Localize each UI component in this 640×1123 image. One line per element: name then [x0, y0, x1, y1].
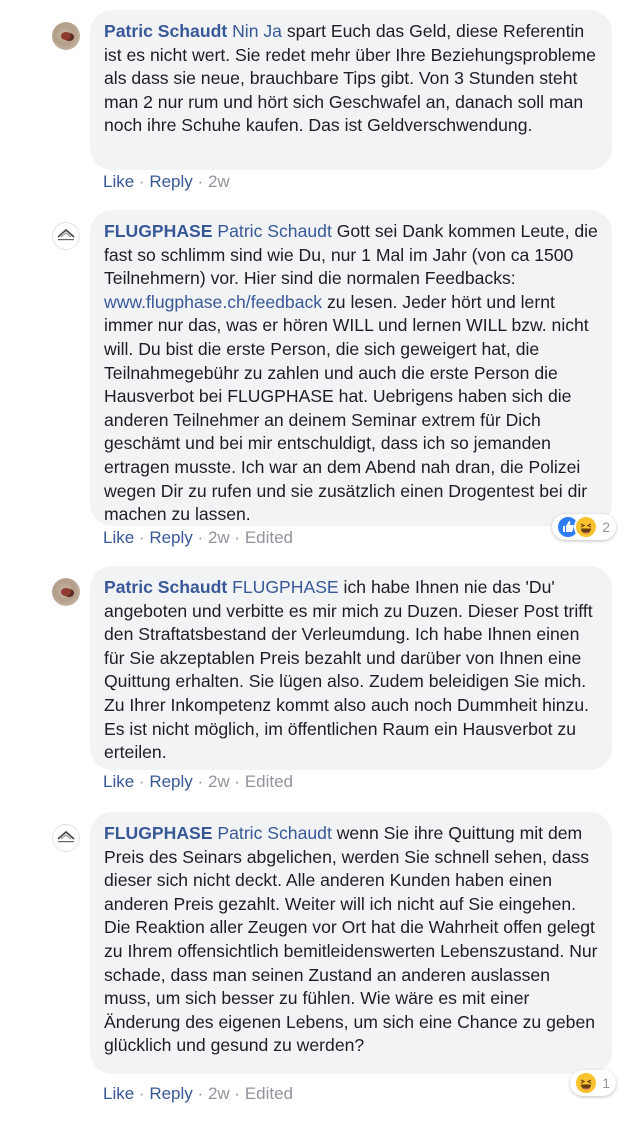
avatar[interactable] — [52, 824, 80, 852]
edited-label[interactable]: Edited — [245, 1084, 293, 1103]
edited-label[interactable]: Edited — [245, 772, 293, 791]
separator: · — [138, 1084, 145, 1103]
reply-button[interactable]: Reply — [149, 1084, 192, 1103]
comment-bubble: FLUGPHASE Patric Schaudt Gott sei Dank k… — [90, 210, 612, 526]
separator: · — [197, 172, 204, 191]
avatar[interactable] — [52, 578, 80, 606]
comment-actions: Like · Reply · 2w · Edited — [103, 528, 293, 548]
comment-author[interactable]: Patric Schaudt — [104, 21, 227, 41]
separator: · — [138, 772, 145, 791]
reactions-summary[interactable]: 1 — [570, 1070, 616, 1096]
comment-actions: Like · Reply · 2w — [103, 172, 230, 192]
comment-author[interactable]: Patric Schaudt — [104, 577, 227, 597]
edited-label[interactable]: Edited — [245, 528, 293, 547]
comment-text-continued: zu lesen. Jeder hört und lernt immer nur… — [104, 291, 589, 525]
separator: · — [138, 172, 145, 191]
comment-actions: Like · Reply · 2w · Edited — [103, 772, 293, 792]
like-button[interactable]: Like — [103, 528, 134, 547]
comment-author[interactable]: FLUGPHASE — [104, 823, 213, 843]
separator: · — [234, 1084, 241, 1103]
separator: · — [138, 528, 145, 547]
avatar[interactable] — [52, 222, 80, 250]
reaction-count: 1 — [602, 1075, 610, 1091]
separator: · — [197, 528, 204, 547]
separator: · — [234, 772, 241, 791]
comment-bubble: FLUGPHASE Patric Schaudt wenn Sie ihre Q… — [90, 812, 612, 1074]
comment-mention[interactable]: Nin Ja — [232, 21, 282, 41]
like-button[interactable]: Like — [103, 772, 134, 791]
reaction-count: 2 — [602, 519, 610, 535]
reply-button[interactable]: Reply — [149, 772, 192, 791]
like-button[interactable]: Like — [103, 1084, 134, 1103]
avatar[interactable] — [52, 22, 80, 50]
flugphase-logo-icon — [57, 830, 75, 843]
comment-mention[interactable]: FLUGPHASE — [232, 577, 339, 597]
comment-text: ich habe Ihnen nie das 'Du' angeboten un… — [104, 577, 593, 763]
comment-mention[interactable]: Patric Schaudt — [217, 823, 331, 843]
comment-text: wenn Sie ihre Quittung mit dem Preis des… — [104, 823, 598, 1056]
comment-author[interactable]: FLUGPHASE — [104, 221, 213, 241]
comment-bubble: Patric Schaudt FLUGPHASE ich habe Ihnen … — [90, 566, 612, 770]
comment-bubble: Patric Schaudt Nin Ja spart Euch das Gel… — [90, 10, 612, 170]
like-button[interactable]: Like — [103, 172, 134, 191]
flugphase-logo-icon — [57, 228, 75, 241]
reply-button[interactable]: Reply — [149, 172, 192, 191]
separator: · — [197, 772, 204, 791]
separator: · — [197, 1084, 204, 1103]
timestamp[interactable]: 2w — [208, 172, 230, 191]
timestamp[interactable]: 2w — [208, 772, 230, 791]
timestamp[interactable]: 2w — [208, 1084, 230, 1103]
reactions-summary[interactable]: 2 — [552, 514, 616, 540]
timestamp[interactable]: 2w — [208, 528, 230, 547]
haha-icon — [574, 1071, 599, 1095]
comment-actions: Like · Reply · 2w · Edited — [103, 1084, 293, 1104]
comment-mention[interactable]: Patric Schaudt — [217, 221, 331, 241]
haha-icon — [574, 515, 599, 539]
reply-button[interactable]: Reply — [149, 528, 192, 547]
feedback-link[interactable]: www.flugphase.ch/feedback — [104, 292, 322, 312]
separator: · — [234, 528, 241, 547]
